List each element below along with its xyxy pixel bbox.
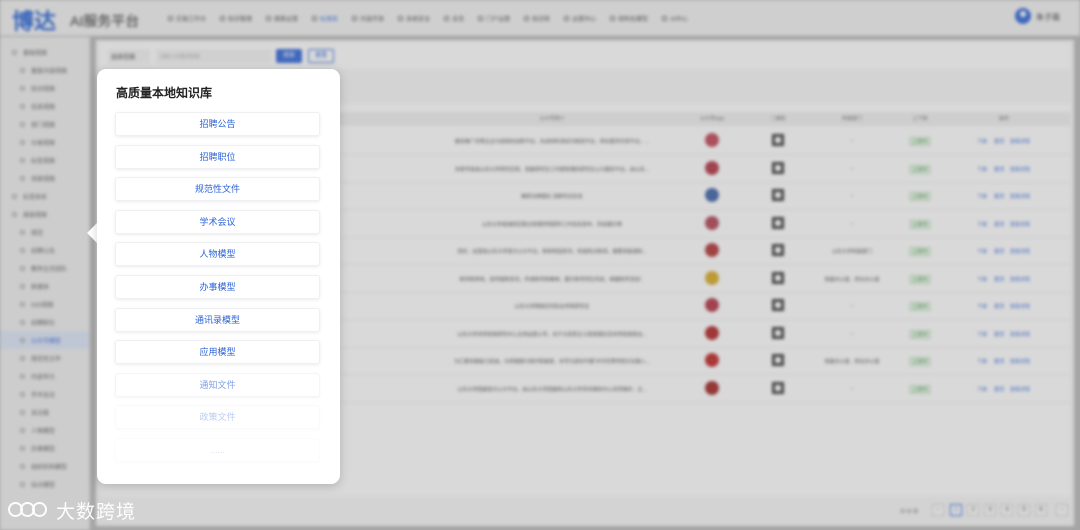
- watermark: 大数跨境: [8, 496, 136, 524]
- knowledge-base-item[interactable]: 招聘职位: [115, 144, 320, 169]
- knowledge-base-item[interactable]: 应用模型: [115, 340, 320, 365]
- knowledge-base-item[interactable]: 办事模型: [115, 275, 320, 299]
- knowledge-base-popup: 高质量本地知识库 招聘公告招聘职位规范性文件学术会议人物模型办事模型通讯录模型应…: [97, 69, 340, 484]
- knowledge-base-item[interactable]: 人物模型: [115, 242, 320, 267]
- knowledge-base-item[interactable]: 招聘公告: [115, 112, 320, 136]
- watermark-logo-icon: [8, 500, 52, 520]
- knowledge-base-item[interactable]: 学术会议: [115, 209, 320, 234]
- knowledge-base-item[interactable]: 规范性文件: [115, 177, 320, 202]
- watermark-text: 大数跨境: [56, 501, 137, 523]
- knowledge-base-item[interactable]: ......: [115, 438, 320, 462]
- knowledge-base-item[interactable]: 政策文件: [115, 405, 320, 430]
- knowledge-base-item[interactable]: 通讯录模型: [115, 307, 320, 332]
- knowledge-base-item[interactable]: 通知文件: [115, 372, 320, 397]
- popup-pointer: [87, 223, 97, 243]
- popup-title: 高质量本地知识库: [116, 86, 213, 100]
